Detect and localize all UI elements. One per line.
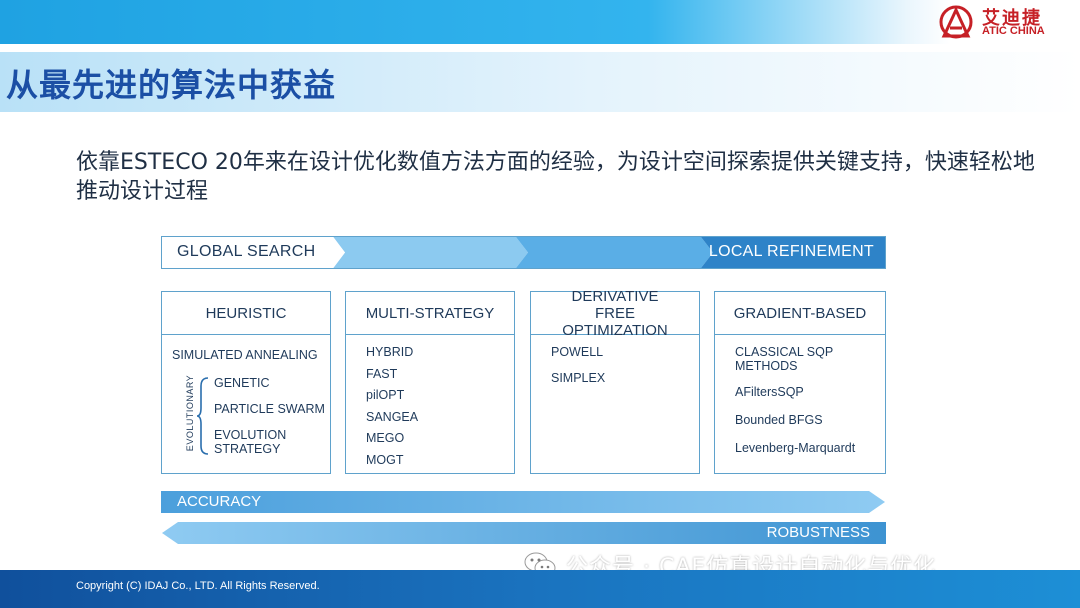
strip-segment-2 [516, 237, 713, 268]
list-item: Levenberg-Marquardt [735, 441, 856, 455]
evolutionary-group: EVOLUTIONARY GENETIC PARTICLE SWARM EVOL… [172, 374, 330, 464]
title-bar: 从最先进的算法中获益 [0, 52, 1080, 112]
multi-strategy-title: MULTI-STRATEGY [346, 292, 514, 335]
heuristic-title: HEURISTIC [162, 292, 330, 335]
list-item: MEGO [366, 431, 405, 445]
accuracy-label: ACCURACY [177, 493, 262, 510]
robustness-arrow: ROBUSTNESS [161, 522, 886, 544]
multi-strategy-box: MULTI-STRATEGY HYBRID FAST pilOPT SANGEA… [345, 291, 515, 474]
list-item: Bounded BFGS [735, 413, 823, 427]
heuristic-box: HEURISTIC SIMULATED ANNEALING EVOLUTIONA… [161, 291, 331, 474]
derivative-free-box: DERIVATIVE FREE OPTIMIZATION POWELL SIMP… [530, 288, 700, 474]
copyright-text: Copyright (C) IDAJ Co., LTD. All Rights … [76, 580, 320, 592]
footer-bar: Copyright (C) IDAJ Co., LTD. All Rights … [0, 570, 1080, 608]
list-item: MOGT [366, 452, 404, 467]
list-item: AFiltersSQP [735, 385, 804, 399]
list-item: pilOPT [366, 388, 405, 402]
list-item: GENETIC [214, 376, 270, 390]
accuracy-arrow-graphic [161, 491, 885, 513]
list-item: POWELL [551, 345, 604, 359]
atic-logo-icon [939, 5, 973, 39]
accuracy-arrow: ACCURACY [161, 491, 886, 513]
list-item: SIMPLEX [551, 371, 606, 385]
list-item: PARTICLE SWARM [214, 402, 325, 416]
gradient-based-box: GRADIENT-BASED CLASSICAL SQP METHODS AFi… [714, 291, 886, 474]
brace-icon [196, 377, 209, 455]
robustness-label: ROBUSTNESS [766, 524, 870, 541]
local-refinement-label: LOCAL REFINEMENT [708, 243, 874, 260]
simulated-annealing: SIMULATED ANNEALING [172, 348, 318, 362]
top-bar [0, 0, 1080, 44]
gradient-based-title: GRADIENT-BASED [715, 292, 885, 335]
list-item: HYBRID [366, 345, 414, 359]
evolutionary-label: EVOLUTIONARY [185, 374, 195, 452]
list-item: CLASSICAL SQP METHODS [735, 345, 833, 373]
list-item: EVOLUTION STRATEGY [214, 428, 287, 456]
search-strip: GLOBAL SEARCH LOCAL REFINEMENT [161, 236, 886, 269]
intro-text: 依靠ESTECO 20年来在设计优化数值方法方面的经验，为设计空间探索提供关键支… [76, 150, 1035, 204]
logo-english-text: ATIC CHINA [982, 25, 1045, 37]
list-item: FAST [366, 366, 398, 381]
page-title: 从最先进的算法中获益 [6, 66, 337, 104]
list-item: SANGEA [366, 409, 419, 424]
derivative-free-title: DERIVATIVE FREE OPTIMIZATION [531, 288, 699, 339]
company-logo: 艾迪捷 ATIC CHINA [938, 4, 1058, 40]
global-search-label: GLOBAL SEARCH [177, 243, 316, 260]
strip-segment-1 [333, 237, 528, 268]
